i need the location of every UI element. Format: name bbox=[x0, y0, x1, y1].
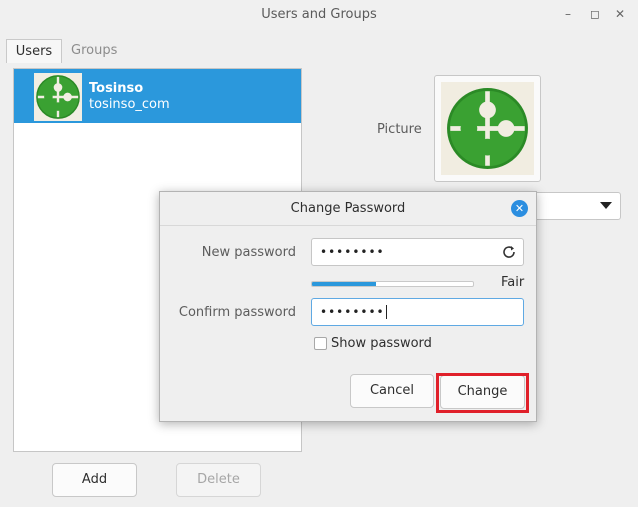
divider bbox=[160, 225, 536, 226]
avatar-large bbox=[441, 82, 534, 175]
show-password-label[interactable]: Show password bbox=[331, 336, 432, 351]
confirm-password-field[interactable]: •••••••• bbox=[311, 298, 524, 326]
show-password-checkbox[interactable] bbox=[314, 337, 327, 350]
tab-users[interactable]: Users bbox=[6, 39, 62, 63]
maximize-icon[interactable]: ◻ bbox=[584, 4, 606, 24]
picture-button[interactable] bbox=[434, 75, 541, 182]
user-name: Tosinso bbox=[89, 81, 144, 96]
new-password-label: New password bbox=[201, 245, 296, 260]
user-login: tosinso_com bbox=[89, 97, 170, 112]
tab-groups[interactable]: Groups bbox=[71, 39, 117, 62]
list-item[interactable]: Tosinso tosinso_com bbox=[14, 69, 301, 123]
add-button[interactable]: Add bbox=[52, 463, 137, 497]
text-cursor bbox=[385, 305, 387, 319]
highlight-box bbox=[436, 373, 529, 413]
new-password-field[interactable]: •••••••• bbox=[311, 238, 524, 266]
title-bar: Users and Groups – ◻ ✕ bbox=[0, 0, 638, 30]
delete-button[interactable]: Delete bbox=[176, 463, 261, 497]
cancel-button[interactable]: Cancel bbox=[350, 374, 434, 408]
chevron-down-icon bbox=[600, 202, 612, 209]
close-icon[interactable]: ✕ bbox=[511, 200, 528, 217]
dialog-title: Change Password bbox=[290, 201, 406, 216]
password-strength-fill bbox=[312, 282, 377, 286]
close-icon[interactable]: ✕ bbox=[609, 4, 631, 24]
refresh-icon[interactable] bbox=[501, 244, 517, 260]
password-strength-text: Fair bbox=[501, 275, 525, 290]
password-strength-bar bbox=[311, 281, 474, 287]
confirm-password-label: Confirm password bbox=[178, 305, 296, 320]
confirm-password-value: •••••••• bbox=[320, 305, 385, 319]
avatar bbox=[34, 73, 82, 121]
picture-label: Picture bbox=[377, 122, 422, 137]
minimize-icon[interactable]: – bbox=[557, 4, 579, 24]
change-password-dialog: Change Password ✕ New password •••••••• … bbox=[159, 191, 537, 422]
window-title: Users and Groups bbox=[261, 7, 377, 22]
new-password-value: •••••••• bbox=[320, 245, 385, 259]
